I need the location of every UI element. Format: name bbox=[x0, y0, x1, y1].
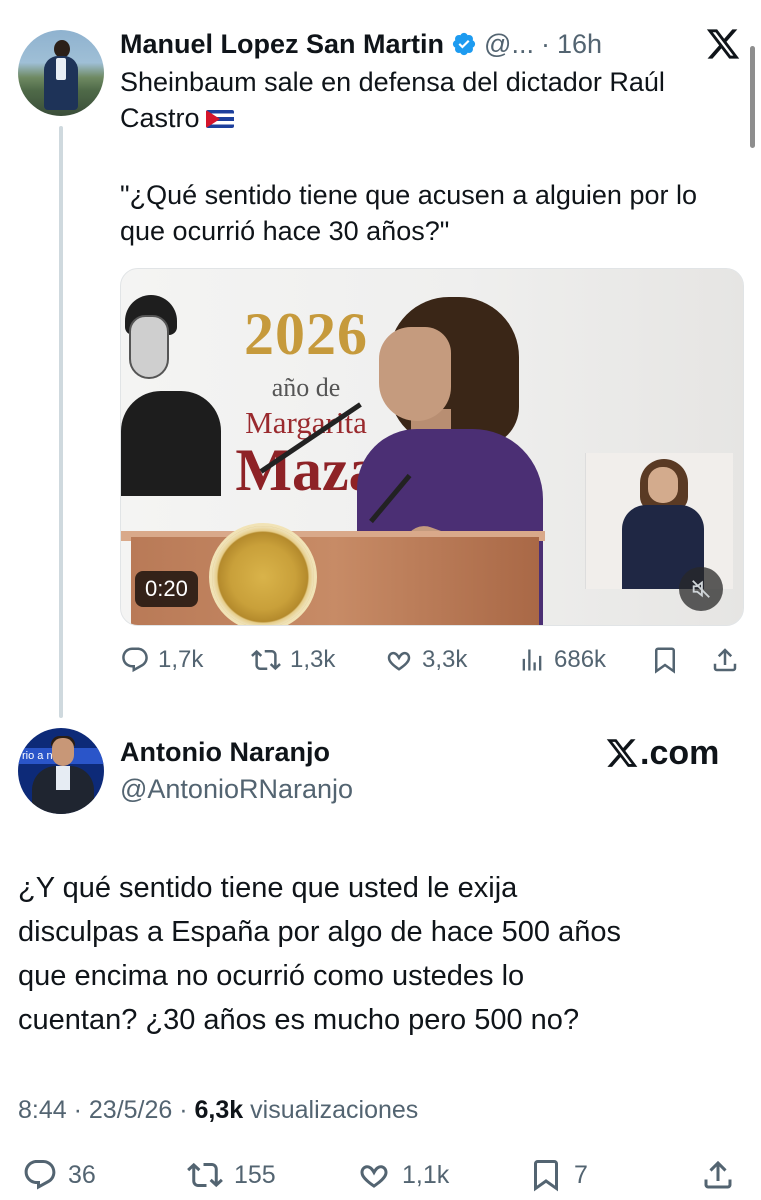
views-button[interactable]: 686k bbox=[518, 642, 606, 678]
thread-line bbox=[59, 126, 63, 718]
tweet-text-line: ¿Y qué sentido tiene que usted le exija bbox=[18, 872, 518, 904]
tweet-text-line: que ocurrió hace 30 años?" bbox=[120, 216, 450, 246]
views-icon bbox=[522, 649, 542, 671]
xcom-watermark: .com bbox=[604, 733, 719, 773]
video-player[interactable]: 2026 año de Margarita Maza 0:20 bbox=[120, 268, 744, 626]
like-button[interactable]: 3,3k bbox=[384, 642, 467, 678]
scrollbar[interactable] bbox=[750, 46, 755, 148]
like-button[interactable]: 1,1k bbox=[356, 1156, 449, 1194]
author-name[interactable]: Manuel Lopez San Martin bbox=[120, 29, 444, 60]
repost-count: 1,3k bbox=[290, 646, 336, 673]
like-icon bbox=[360, 1165, 388, 1188]
xcom-label: .com bbox=[640, 733, 720, 772]
tweet-text-line: cuentan? ¿30 años es mucho pero 500 no? bbox=[18, 1004, 580, 1036]
reply-count: 36 bbox=[68, 1160, 96, 1189]
verified-icon bbox=[452, 32, 476, 56]
tweet-meta: 8:44 · 23/5/26 · 6,3k visualizaciones bbox=[18, 1093, 418, 1127]
share-button[interactable] bbox=[700, 1156, 736, 1194]
bookmark-icon bbox=[534, 1160, 558, 1192]
repost-button[interactable]: 155 bbox=[186, 1156, 276, 1194]
tweet-date[interactable]: 23/5/26 bbox=[89, 1096, 172, 1124]
views-label: visualizaciones bbox=[243, 1096, 419, 1124]
separator-dot: · bbox=[66, 1096, 89, 1124]
separator-dot: · bbox=[172, 1096, 195, 1124]
main-tweet-text: ¿Y qué sentido tiene que usted le exija … bbox=[18, 866, 743, 1042]
bookmark-button[interactable]: 7 bbox=[528, 1156, 588, 1194]
repost-icon bbox=[187, 1162, 223, 1188]
bookmark-count: 7 bbox=[574, 1160, 588, 1189]
x-logo-icon[interactable] bbox=[703, 26, 743, 62]
reply-icon bbox=[24, 1160, 56, 1190]
author-handle[interactable]: @AntonioRNaranjo bbox=[120, 772, 353, 806]
mute-icon bbox=[692, 580, 710, 598]
views-count[interactable]: 6,3k bbox=[195, 1096, 244, 1124]
tweet-text-line: Sheinbaum sale en defensa del dictador R… bbox=[120, 67, 665, 97]
author-handle[interactable]: @... bbox=[484, 29, 534, 60]
reply-button[interactable]: 1,7k bbox=[120, 642, 203, 678]
bookmark-button[interactable] bbox=[650, 642, 680, 678]
tweet-text-line: disculpas a España por algo de hace 500 … bbox=[18, 916, 621, 948]
tweet-text-line: que encima no ocurrió como ustedes lo bbox=[18, 960, 525, 992]
repost-button[interactable]: 1,3k bbox=[250, 642, 335, 678]
mexican-seal-icon bbox=[209, 523, 317, 625]
mute-button[interactable] bbox=[679, 567, 723, 611]
author-name[interactable]: Antonio Naranjo bbox=[120, 735, 330, 769]
reply-count: 1,7k bbox=[158, 646, 204, 673]
bookmark-icon bbox=[655, 647, 675, 674]
tweet-text-line: "¿Qué sentido tiene que acusen a alguien… bbox=[120, 180, 697, 210]
slide-year: 2026 bbox=[244, 301, 368, 367]
author-avatar[interactable] bbox=[18, 30, 104, 116]
share-icon bbox=[713, 648, 737, 672]
share-button[interactable] bbox=[710, 642, 740, 678]
parent-tweet-quote: "¿Qué sentido tiene que acusen a alguien… bbox=[120, 177, 745, 249]
video-duration: 0:20 bbox=[135, 571, 198, 607]
slide-text: año de bbox=[271, 373, 341, 402]
portrait-image bbox=[121, 289, 231, 499]
reply-button[interactable]: 36 bbox=[22, 1156, 96, 1194]
like-count: 1,1k bbox=[402, 1160, 450, 1189]
views-count: 686k bbox=[554, 646, 607, 673]
tweet-text-word: Castro bbox=[120, 103, 200, 133]
like-count: 3,3k bbox=[422, 646, 468, 673]
x-logo-icon bbox=[606, 739, 638, 767]
parent-tweet-text: Sheinbaum sale en defensa del dictador R… bbox=[120, 64, 745, 136]
slide-text: Margarita bbox=[245, 405, 367, 440]
like-icon bbox=[387, 651, 411, 671]
tweet-time[interactable]: 16h bbox=[557, 29, 602, 60]
repost-icon bbox=[251, 649, 281, 671]
tweet-text-line: Castro bbox=[120, 100, 745, 136]
author-avatar[interactable]: rio a no bbox=[18, 728, 104, 814]
share-icon bbox=[704, 1160, 732, 1189]
separator-dot: · bbox=[540, 28, 550, 59]
parent-tweet-header: Manuel Lopez San Martin @... · 16h bbox=[120, 27, 602, 61]
reply-icon bbox=[122, 647, 148, 673]
tweet-time[interactable]: 8:44 bbox=[18, 1096, 67, 1124]
cuba-flag-icon bbox=[205, 110, 234, 128]
repost-count: 155 bbox=[234, 1160, 276, 1189]
